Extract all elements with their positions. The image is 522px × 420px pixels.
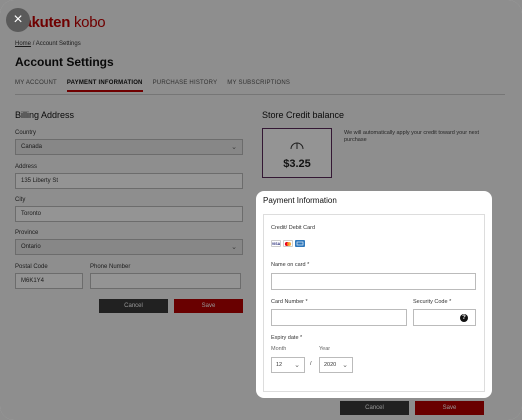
expiry-year-value: 2020 (324, 362, 337, 368)
tab-payment-information[interactable]: PAYMENT INFORMATION (66, 80, 143, 92)
chevron-down-icon: ⌄ (342, 362, 348, 369)
postal-code-input[interactable]: M6K1Y4 (15, 273, 83, 289)
tabs-divider (15, 94, 505, 95)
tab-purchase-history[interactable]: PURCHASE HISTORY (153, 80, 218, 92)
expiry-year-select[interactable]: 2020 ⌄ (319, 357, 353, 373)
payment-modal-title: Payment Information (263, 196, 337, 205)
country-select[interactable]: Canada ⌄ (15, 139, 243, 155)
name-on-card-label: Name on card * (271, 262, 310, 268)
breadcrumb-current: Account Settings (35, 41, 81, 47)
security-code-label: Security Code * (413, 299, 452, 305)
logo-kobo-text: kobo (73, 14, 106, 31)
address-label: Address (15, 164, 38, 170)
scale-icon (289, 137, 305, 155)
account-tabs: MY ACCOUNT PAYMENT INFORMATION PURCHASE … (15, 80, 290, 92)
address-value: 135 Liberty St (21, 178, 59, 184)
phone-number-input[interactable] (90, 273, 241, 289)
postal-code-value: M6K1Y4 (21, 278, 45, 284)
tab-my-subscriptions[interactable]: MY SUBSCRIPTIONS (227, 80, 290, 92)
country-label: Country (15, 130, 37, 136)
card-type-label: Credit/ Debit Card (271, 225, 316, 231)
payment-information-modal: Payment Information Credit/ Debit Card V… (256, 191, 492, 398)
expiry-month-select[interactable]: 12 ⌄ (271, 357, 305, 373)
province-value: Ontario (21, 244, 41, 250)
city-value: Toronto (21, 211, 42, 217)
kobo-logo[interactable]: rakuten kobo (18, 14, 106, 31)
help-icon[interactable]: ? (460, 314, 468, 322)
amex-icon (295, 240, 305, 247)
mastercard-icon (283, 240, 293, 247)
payment-cancel-button[interactable]: Cancel (340, 401, 409, 415)
payment-save-button[interactable]: Save (415, 401, 484, 415)
expiry-month-value: 12 (276, 362, 283, 368)
tab-my-account[interactable]: MY ACCOUNT (15, 80, 57, 92)
month-label: Month (271, 346, 287, 352)
breadcrumb-home-link[interactable]: Home (15, 41, 31, 47)
chevron-down-icon: ⌄ (294, 362, 300, 369)
address-input[interactable]: 135 Liberty St (15, 173, 243, 189)
store-credit-title: Store Credit balance (262, 110, 345, 120)
card-number-label: Card Number * (271, 299, 308, 305)
country-value: Canada (21, 144, 43, 150)
store-credit-box: $3.25 (262, 128, 332, 178)
page-frame: rakuten kobo Home / Account Settings Acc… (0, 0, 522, 420)
breadcrumb: Home / Account Settings (15, 41, 81, 47)
visa-icon: VISA (271, 240, 281, 247)
breadcrumb-separator: / (32, 41, 35, 47)
expiry-separator: / (310, 361, 312, 367)
close-icon[interactable]: × (6, 8, 30, 32)
chevron-down-icon: ⌄ (231, 144, 237, 151)
card-number-input[interactable] (271, 309, 407, 326)
expiry-date-label: Expiry date * (271, 335, 303, 341)
city-label: City (15, 197, 26, 203)
city-input[interactable]: Toronto (15, 206, 243, 222)
store-credit-amount: $3.25 (283, 157, 311, 170)
payment-form: Credit/ Debit Card VISA Name on card * C… (263, 214, 485, 392)
security-code-input[interactable]: ? (413, 309, 476, 326)
billing-address-title: Billing Address (15, 110, 75, 120)
year-label: Year (319, 346, 331, 352)
billing-save-button[interactable]: Save (174, 299, 243, 313)
chevron-down-icon: ⌄ (231, 244, 237, 251)
phone-number-label: Phone Number (90, 264, 131, 270)
billing-cancel-button[interactable]: Cancel (99, 299, 168, 313)
name-on-card-input[interactable] (271, 273, 476, 290)
province-label: Province (15, 230, 39, 236)
page-title: Account Settings (15, 55, 114, 69)
postal-code-label: Postal Code (15, 264, 48, 270)
accepted-cards: VISA (271, 240, 305, 247)
store-credit-note: We will automatically apply your credit … (344, 130, 480, 143)
province-select[interactable]: Ontario ⌄ (15, 239, 243, 255)
